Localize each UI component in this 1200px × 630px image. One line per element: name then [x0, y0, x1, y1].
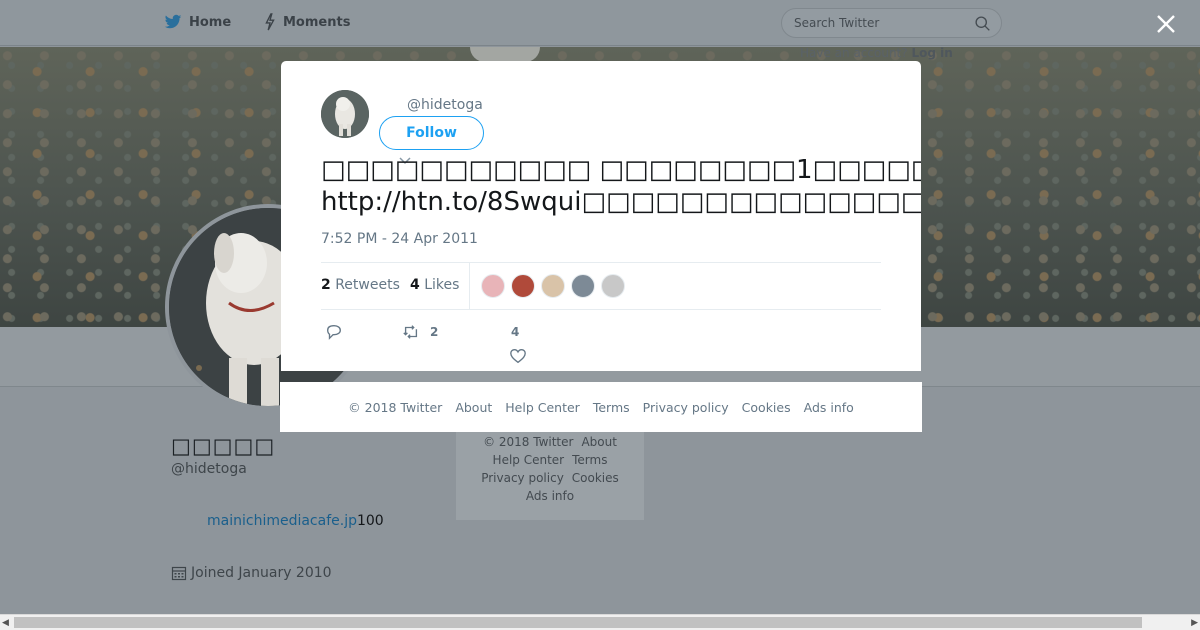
- footer-cookies[interactable]: Cookies: [742, 400, 791, 415]
- liker-avatar[interactable]: [571, 274, 595, 298]
- tweet-text-line: http://htn.to/8Swqui□□□□□□□□□□□□□□□□□□□□…: [321, 187, 921, 217]
- search-icon[interactable]: [974, 15, 991, 32]
- search-input[interactable]: [794, 16, 964, 30]
- sidebar-footer: © 2018 Twitter About Help Center Terms Pri…: [456, 432, 644, 520]
- login-prompt: Have an account?: [800, 46, 908, 60]
- dog-avatar-image: [321, 90, 369, 138]
- bio-link[interactable]: mainichimediacafe.jp: [207, 513, 357, 529]
- scrollbar-thumb[interactable]: [14, 617, 1142, 628]
- liker-avatar[interactable]: [481, 274, 505, 298]
- tweet-author-avatar[interactable]: [321, 90, 369, 138]
- calendar-icon: [171, 566, 187, 581]
- like-action-count: 4: [511, 325, 520, 339]
- search-box[interactable]: [781, 8, 1002, 38]
- profile-handle: @hidetoga: [171, 461, 247, 477]
- joined-date: Joined January 2010: [171, 565, 332, 581]
- lightning-icon: [265, 13, 275, 31]
- login-link[interactable]: Log in: [911, 46, 952, 60]
- nav-moments-label: Moments: [283, 14, 351, 30]
- footer-terms[interactable]: Terms: [593, 400, 630, 415]
- tweet-stats: 2 Retweets 4 Likes: [321, 262, 881, 310]
- follow-button[interactable]: Follow: [379, 116, 484, 150]
- nav-home-label: Home: [189, 14, 232, 30]
- profile-bio: mainichimediacafe.jp100: [207, 513, 384, 529]
- tweet-actions: 2 4: [321, 319, 881, 369]
- footer-ads-info[interactable]: Ads info: [804, 400, 854, 415]
- footer-privacy-policy[interactable]: Privacy policy: [643, 400, 729, 415]
- footer-about[interactable]: About: [455, 400, 492, 415]
- tweet-author-handle[interactable]: @hidetoga: [407, 97, 483, 113]
- nav-home[interactable]: Home: [163, 13, 231, 31]
- side-footer-copyright: © 2018 Twitter: [483, 435, 574, 449]
- likes-label: Likes: [424, 277, 460, 293]
- reply-icon: [327, 325, 341, 340]
- likes-stat[interactable]: 4 Likes: [410, 277, 459, 293]
- retweet-icon: [403, 325, 418, 339]
- liker-avatar[interactable]: [601, 274, 625, 298]
- modal-footer: © 2018 Twitter About Help Center Terms P…: [280, 382, 922, 432]
- side-footer-help[interactable]: Help Center: [493, 453, 565, 467]
- side-footer-cookies[interactable]: Cookies: [572, 471, 619, 485]
- retweets-label: Retweets: [335, 277, 400, 293]
- tweet-modal: @hidetoga Follow □□□□□□□□□□□ □□□□□□□□1□□…: [281, 61, 921, 371]
- horizontal-scrollbar[interactable]: ◀ ▶: [0, 614, 1200, 630]
- side-footer-about[interactable]: About: [581, 435, 616, 449]
- likes-count: 4: [410, 277, 420, 293]
- joined-label: Joined January 2010: [191, 565, 332, 581]
- top-navigation: Home Moments: [0, 0, 1200, 46]
- banner-dog-image: [470, 47, 540, 62]
- footer-help-center[interactable]: Help Center: [505, 400, 580, 415]
- side-footer-privacy[interactable]: Privacy policy: [481, 471, 564, 485]
- retweets-stat[interactable]: 2 Retweets: [321, 277, 400, 293]
- profile-name: □□□□□: [171, 434, 276, 458]
- twitter-bird-icon: [164, 14, 182, 29]
- scroll-right-arrow-icon[interactable]: ▶: [1191, 618, 1198, 628]
- retweet-button[interactable]: 2: [402, 323, 438, 341]
- like-button[interactable]: [509, 347, 527, 365]
- tweet-timestamp[interactable]: 7:52 PM - 24 Apr 2011: [321, 231, 478, 247]
- scroll-left-arrow-icon[interactable]: ◀: [2, 618, 9, 628]
- side-footer-ads[interactable]: Ads info: [526, 489, 574, 503]
- bio-suffix: 100: [356, 513, 384, 529]
- retweet-action-count: 2: [430, 325, 439, 339]
- close-icon[interactable]: [1156, 14, 1176, 34]
- side-footer-terms[interactable]: Terms: [572, 453, 607, 467]
- reply-button[interactable]: [325, 323, 353, 341]
- liker-avatar[interactable]: [511, 274, 535, 298]
- footer-copyright: © 2018 Twitter: [348, 399, 443, 415]
- tweet-text-line: □□□□□□□□□□□ □□□□□□□□1□□□□□□□□□□100mSv□□□…: [321, 155, 921, 185]
- liker-avatar[interactable]: [541, 274, 565, 298]
- tweet-text: □□□□□□□□□□□ □□□□□□□□1□□□□□□□□□□100mSv□□□…: [321, 154, 921, 218]
- retweets-count: 2: [321, 277, 331, 293]
- stats-divider: [469, 263, 470, 310]
- heart-icon: [510, 349, 526, 364]
- nav-moments[interactable]: Moments: [263, 13, 350, 31]
- liker-avatars: [481, 274, 625, 298]
- login-hint[interactable]: Have an account? Log in: [800, 46, 953, 60]
